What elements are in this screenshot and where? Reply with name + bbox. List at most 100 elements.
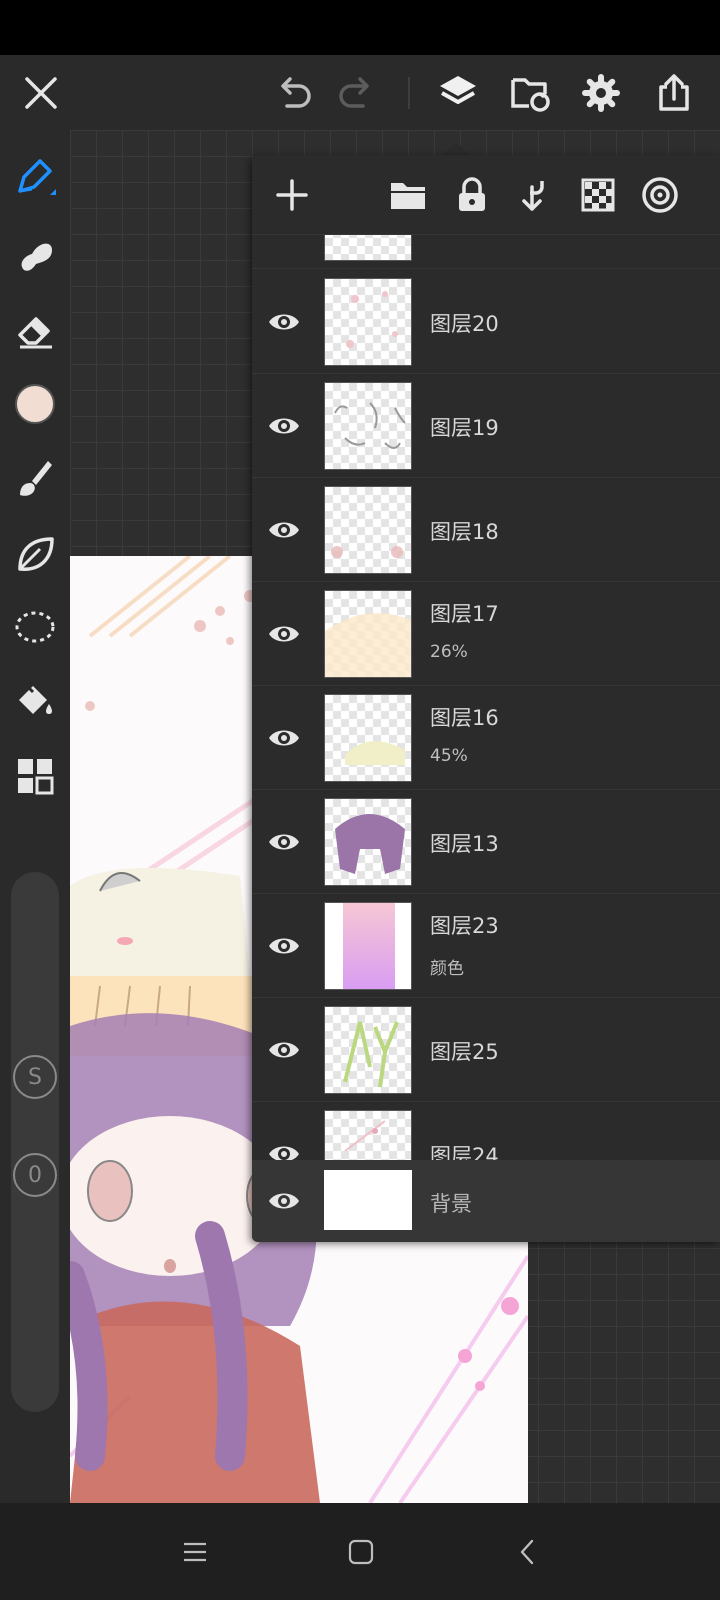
visibility-toggle[interactable] [262, 716, 306, 760]
layer-thumbnail [324, 798, 412, 886]
close-button[interactable] [13, 65, 69, 121]
pen-tool-button[interactable] [7, 150, 63, 206]
add-layer-button[interactable] [266, 169, 318, 221]
toolbar-divider [408, 77, 410, 109]
eye-icon [269, 938, 299, 954]
visibility-toggle[interactable] [262, 1179, 306, 1223]
eye-icon [269, 626, 299, 642]
color-picker-button[interactable] [7, 376, 63, 432]
background-layer-row[interactable]: 背景 [252, 1160, 720, 1242]
reference-layer-button[interactable] [634, 169, 686, 221]
lock-layer-button[interactable] [446, 169, 498, 221]
left-toolbar: S 0 [0, 130, 70, 1503]
lasso-tool-button[interactable] [7, 600, 63, 656]
folder-sync-icon [511, 78, 550, 112]
visibility-toggle[interactable] [262, 612, 306, 656]
layer-name: 图层16 [430, 706, 499, 730]
layer-name: 图层13 [430, 832, 499, 856]
leaf-icon [18, 537, 54, 571]
layer-row[interactable] [252, 235, 720, 269]
fill-tool-button[interactable] [7, 674, 63, 730]
layer-row[interactable]: 图层23 颜色 [252, 894, 720, 998]
lasso-icon [15, 611, 55, 643]
home-button[interactable] [338, 1529, 384, 1575]
layer-name: 图层20 [430, 312, 499, 336]
layer-thumbnail [324, 902, 412, 990]
eye-icon [269, 834, 299, 850]
share-button[interactable] [646, 65, 702, 121]
layer-blend-mode: 颜色 [430, 959, 464, 979]
layers-button[interactable] [430, 65, 486, 121]
eye-icon [269, 522, 299, 538]
visibility-toggle[interactable] [262, 820, 306, 864]
layer-name: 图层17 [430, 602, 499, 626]
layer-row[interactable]: 图层24 [252, 1102, 720, 1160]
layer-thumbnail [324, 382, 412, 470]
visibility-toggle[interactable] [262, 1028, 306, 1072]
merge-down-button[interactable] [508, 169, 560, 221]
layer-thumbnail [324, 486, 412, 574]
layer-name: 图层18 [430, 520, 499, 544]
brush-icon [20, 461, 52, 496]
layer-row[interactable]: 图层13 [252, 790, 720, 894]
size-indicator[interactable]: S [13, 1055, 57, 1099]
brush-tool-button[interactable] [7, 450, 63, 506]
layer-opacity: 26% [430, 642, 468, 662]
layer-list[interactable]: 图层20 图层19 图层18 图层17 26% 图层16 45% 图层13 图层… [252, 235, 720, 1160]
quick-menu-button[interactable] [7, 748, 63, 804]
undo-icon [281, 77, 311, 108]
lock-icon [459, 177, 485, 211]
pen-icon [18, 159, 56, 195]
layer-thumbnail [324, 1110, 412, 1160]
visibility-toggle[interactable] [262, 1132, 306, 1160]
layer-row[interactable]: 图层17 26% [252, 582, 720, 686]
layer-row[interactable]: 图层20 [252, 270, 720, 374]
redo-button[interactable] [328, 65, 384, 121]
gallery-button[interactable] [502, 65, 558, 121]
layer-thumbnail [324, 278, 412, 366]
new-folder-button[interactable] [382, 169, 434, 221]
layer-row[interactable]: 图层19 [252, 374, 720, 478]
smudge-icon [21, 243, 52, 271]
visibility-toggle[interactable] [262, 508, 306, 552]
layer-row[interactable]: 图层18 [252, 478, 720, 582]
eye-icon [269, 1146, 299, 1160]
visibility-toggle[interactable] [262, 404, 306, 448]
eye-icon [269, 418, 299, 434]
back-button[interactable] [504, 1529, 550, 1575]
recent-apps-button[interactable] [172, 1529, 218, 1575]
layer-thumbnail [324, 590, 412, 678]
eye-icon [269, 730, 299, 746]
layer-row[interactable]: 图层16 45% [252, 686, 720, 790]
layer-name: 图层25 [430, 1040, 499, 1064]
smudge-tool-button[interactable] [7, 227, 63, 283]
layer-name: 图层19 [430, 416, 499, 440]
layer-panel-caret [442, 141, 470, 155]
checker-icon [581, 178, 615, 212]
visibility-toggle[interactable] [262, 924, 306, 968]
eraser-tool-button[interactable] [7, 302, 63, 358]
transparency-lock-button[interactable] [572, 169, 624, 221]
folder-icon [391, 183, 425, 209]
system-nav-bar [0, 1503, 720, 1600]
opacity-indicator[interactable]: 0 [13, 1153, 57, 1197]
visibility-toggle[interactable] [262, 300, 306, 344]
settings-button[interactable] [573, 65, 629, 121]
layer-row[interactable]: 图层25 [252, 998, 720, 1102]
eraser-icon [18, 317, 52, 349]
brush-size-slider[interactable] [11, 872, 59, 1412]
vector-tool-button[interactable] [7, 526, 63, 582]
close-icon [25, 77, 57, 109]
share-icon [659, 74, 689, 111]
eye-icon [269, 314, 299, 330]
add-icon [276, 179, 308, 211]
eye-icon [269, 1193, 299, 1209]
menu-icon [184, 1542, 206, 1562]
back-icon [520, 1539, 534, 1565]
layer-thumbnail [324, 694, 412, 782]
grid-icon [18, 759, 54, 795]
layer-panel-toolbar [252, 155, 720, 235]
undo-button[interactable] [266, 65, 322, 121]
gear-icon [582, 74, 620, 112]
background-layer-name: 背景 [430, 1192, 472, 1216]
